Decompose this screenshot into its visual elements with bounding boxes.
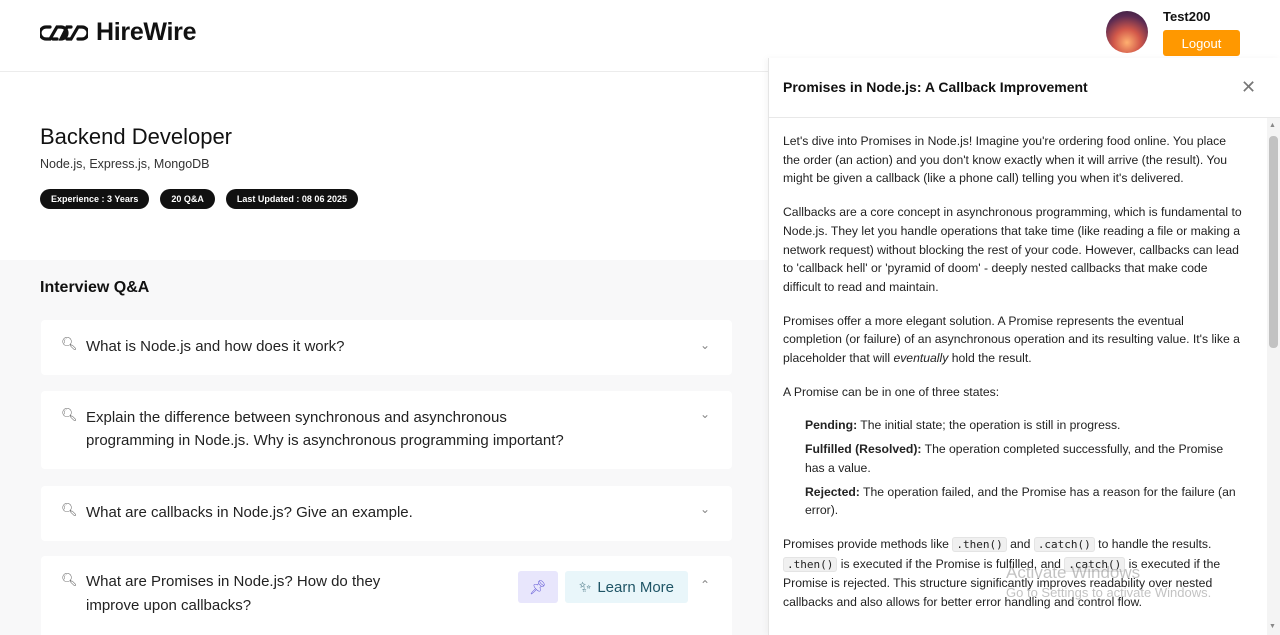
paragraph: Let's dive into Promises in Node.js! Ima… xyxy=(783,134,1228,186)
search-icon: 🔍︎ xyxy=(61,572,78,587)
windows-watermark-title: Activate Windows xyxy=(1006,563,1141,582)
qa-item[interactable]: 🔍︎ What are callbacks in Node.js? Give a… xyxy=(41,486,732,541)
chevron-up-icon[interactable]: ⌃ xyxy=(700,578,710,592)
state-item: Pending: The initial state; the operatio… xyxy=(805,416,1245,435)
text-span: and xyxy=(1006,536,1034,551)
brand-name: HireWire xyxy=(96,18,197,46)
code-then: .then() xyxy=(952,536,1007,552)
avatar[interactable] xyxy=(1106,11,1148,53)
state-name: Pending: xyxy=(805,418,858,433)
qa-item-expanded[interactable]: 🔍︎ What are Promises in Node.js? How do … xyxy=(41,556,732,635)
chevron-down-icon[interactable]: ⌄ xyxy=(700,502,710,516)
learn-more-panel: Promises in Node.js: A Callback Improvem… xyxy=(768,58,1280,635)
panel-body: Let's dive into Promises in Node.js! Ima… xyxy=(783,132,1245,627)
scroll-up-icon[interactable]: ▲ xyxy=(1269,122,1276,129)
question-text-line1: What are Promises in Node.js? How do the… xyxy=(86,573,381,590)
state-name: Rejected: xyxy=(805,484,860,499)
qa-count-badge: 20 Q&A xyxy=(160,189,215,209)
search-icon: 🔍︎ xyxy=(61,407,78,422)
state-desc: The initial state; the operation is stil… xyxy=(857,418,1121,433)
text-span: to handle the results. xyxy=(1094,536,1212,551)
text-span: Promises provide methods like xyxy=(783,536,953,551)
chevron-down-icon[interactable]: ⌄ xyxy=(700,338,710,352)
chain-logo-icon xyxy=(40,24,88,41)
job-badges: Experience : 3 Years 20 Q&A Last Updated… xyxy=(40,189,358,209)
scrollbar-thumb[interactable] xyxy=(1269,136,1278,348)
learn-more-label: Learn More xyxy=(597,578,675,596)
search-icon: 🔍︎ xyxy=(61,336,78,351)
state-item: Rejected: The operation failed, and the … xyxy=(805,483,1245,520)
job-title: Backend Developer xyxy=(40,124,233,149)
scroll-down-icon[interactable]: ▼ xyxy=(1269,623,1276,630)
promise-states-list: Pending: The initial state; the operatio… xyxy=(783,416,1245,520)
state-desc: The operation failed, and the Promise ha… xyxy=(805,484,1236,518)
pin-button[interactable]: 📌︎ xyxy=(518,571,558,603)
learn-more-button[interactable]: ✨︎ Learn More xyxy=(565,571,688,603)
qa-item[interactable]: 🔍︎ What is Node.js and how does it work?… xyxy=(41,320,732,375)
emphasis: eventually xyxy=(893,351,949,366)
panel-title: Promises in Node.js: A Callback Improvem… xyxy=(783,79,1088,95)
logo[interactable]: HireWire xyxy=(40,18,197,47)
code-then: .then() xyxy=(783,556,838,572)
question-text-line2: improve upon callbacks? xyxy=(86,597,252,614)
username: Test200 xyxy=(1163,9,1211,24)
chevron-down-icon[interactable]: ⌄ xyxy=(700,407,710,421)
paragraph: Callbacks are a core concept in asynchro… xyxy=(783,205,1242,294)
question-text-line1: Explain the difference between synchrono… xyxy=(86,409,507,426)
paragraph: Promises offer a more elegant solution. … xyxy=(783,312,1245,368)
text-span: hold the result. xyxy=(948,351,1032,366)
last-updated-badge: Last Updated : 08 06 2025 xyxy=(225,189,358,209)
main-content: Backend Developer Node.js, Express.js, M… xyxy=(0,73,768,635)
search-icon: 🔍︎ xyxy=(61,502,78,517)
question-text-line2: programming in Node.js. Why is asynchron… xyxy=(86,432,564,449)
question-text: What is Node.js and how does it work? xyxy=(86,338,345,355)
sparkle-icon: ✨︎ xyxy=(578,578,592,596)
windows-watermark-subtitle: Go to Settings to activate Windows. xyxy=(1006,585,1212,600)
close-icon[interactable]: ✕ xyxy=(1241,77,1256,98)
pin-icon: 📌︎ xyxy=(529,578,547,595)
experience-badge: Experience : 3 Years xyxy=(40,189,150,209)
qa-heading: Interview Q&A xyxy=(40,279,150,296)
job-skills: Node.js, Express.js, MongoDB xyxy=(40,157,210,171)
question-text: What are callbacks in Node.js? Give an e… xyxy=(86,504,413,521)
paragraph: A Promise can be in one of three states: xyxy=(783,384,1000,399)
qa-item[interactable]: 🔍︎ Explain the difference between synchr… xyxy=(41,391,732,469)
state-item: Fulfilled (Resolved): The operation comp… xyxy=(805,440,1245,477)
panel-header: Promises in Node.js: A Callback Improvem… xyxy=(769,58,1280,118)
state-name: Fulfilled (Resolved): xyxy=(805,442,922,457)
code-catch: .catch() xyxy=(1033,536,1095,552)
logout-button[interactable]: Logout xyxy=(1163,30,1240,56)
qa-section: Interview Q&A 🔍︎ What is Node.js and how… xyxy=(0,260,768,635)
